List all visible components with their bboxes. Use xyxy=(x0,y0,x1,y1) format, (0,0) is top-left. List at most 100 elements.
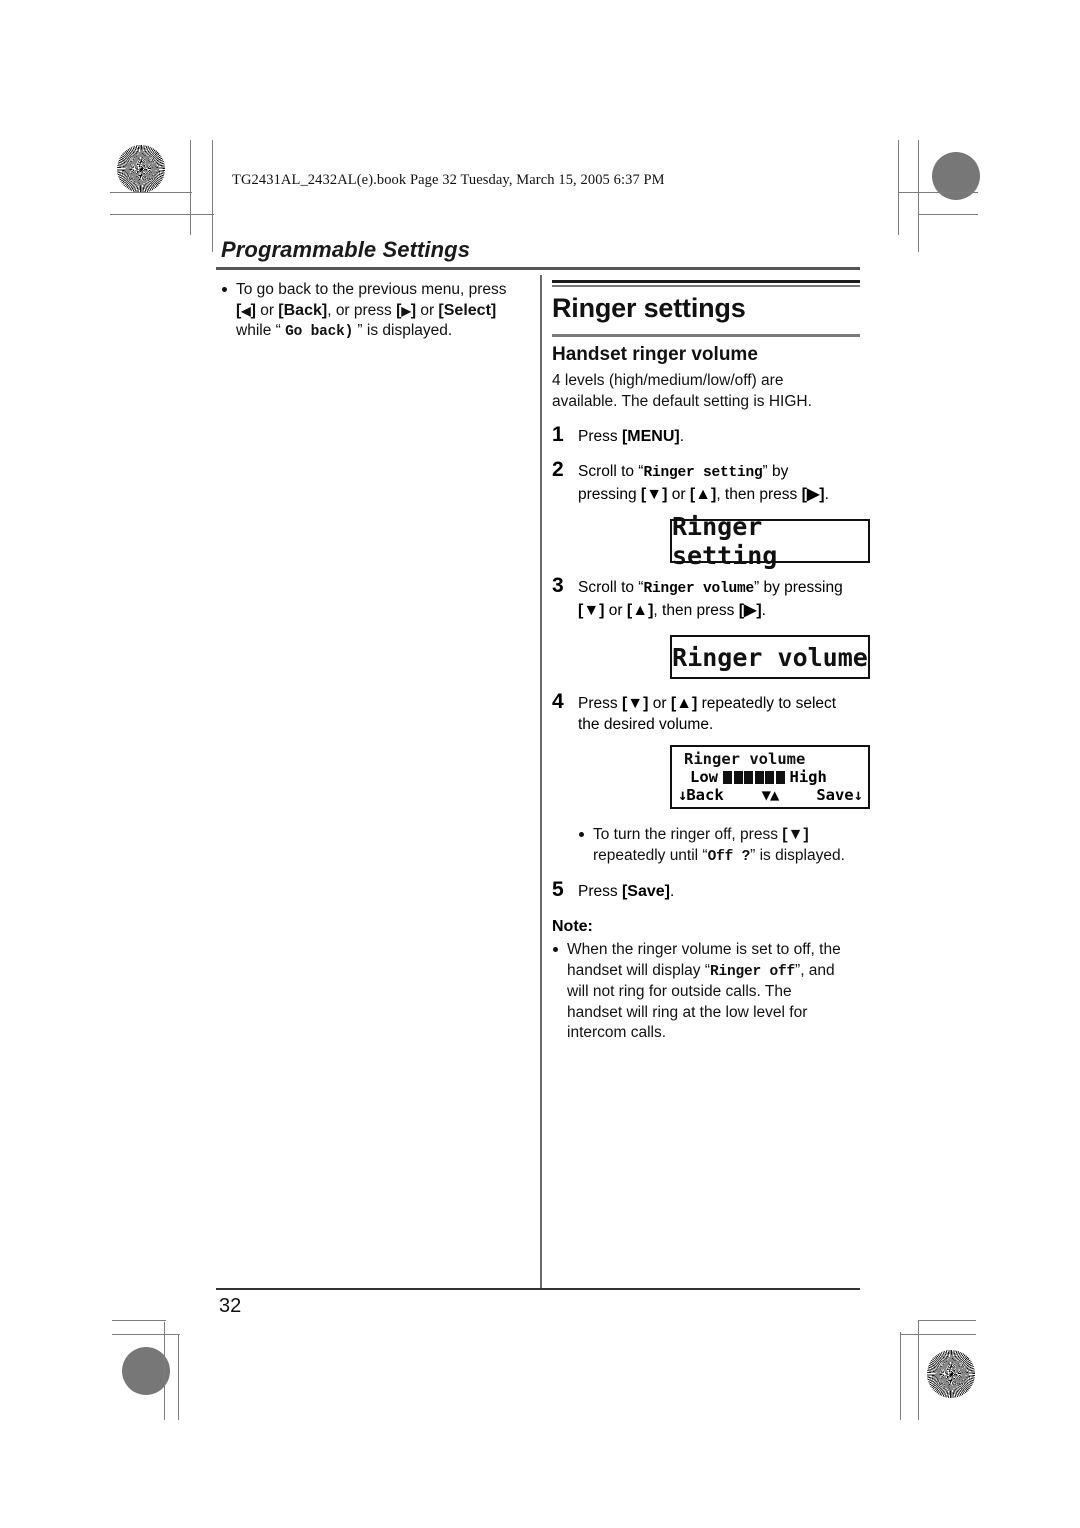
softkey-marker-right-icon: ↓ xyxy=(853,786,863,804)
step-2-line-1: Scroll to “Ringer setting” by xyxy=(578,463,789,481)
key-back: [Back] xyxy=(278,301,328,319)
crop-line-bl-h2 xyxy=(112,1334,180,1336)
key-menu: [MENU] xyxy=(621,428,680,445)
left-bullet-item: To go back to the previous menu, press [… xyxy=(221,280,521,343)
crop-line-tr-h1 xyxy=(898,192,978,194)
registration-crosshair-left-middle xyxy=(123,733,175,785)
step-5-text: Press [Save]. xyxy=(578,883,675,900)
key-arrow-right: [▶] xyxy=(396,301,417,319)
crop-line-br-h2 xyxy=(900,1334,976,1336)
file-stamp-line: TG2431AL_2432AL(e).book Page 32 Tuesday,… xyxy=(232,172,665,188)
key-down: [▼] xyxy=(782,826,809,843)
step-1: 1 Press [MENU]. xyxy=(552,423,862,447)
left-bullet-line-3: while “ Go back) ” is displayed. xyxy=(236,322,453,340)
lcd-text-go-back: Go back) xyxy=(285,324,354,340)
note-line-4: handset will ring at the low level for xyxy=(567,1003,808,1021)
step-1-number: 1 xyxy=(552,423,564,446)
left-column: To go back to the previous menu, press [… xyxy=(221,280,521,343)
crop-line-bl-v1 xyxy=(164,1322,166,1420)
section-rule-thick xyxy=(552,280,860,283)
registration-crosshair-top-right-outer xyxy=(913,196,965,248)
registration-crosshair-top-right-inner xyxy=(855,152,907,204)
step-4-text: Press [▼] or [▲] repeatedly to select th… xyxy=(578,693,862,735)
lcd-softkey-row: ↓Back ▼▲ Save↓ xyxy=(678,786,863,804)
step-4-line-2: the desired volume. xyxy=(578,716,714,733)
lcd-text-ringer-setting-inline: Ringer setting xyxy=(643,465,763,481)
note-heading: Note: xyxy=(552,918,593,935)
key-select: [Select] xyxy=(438,301,497,319)
lcd-display-ringer-setting: Ringer setting xyxy=(670,512,870,570)
column-divider xyxy=(540,275,542,1290)
chapter-title: Programmable Settings xyxy=(221,237,471,262)
note-line-3: will not ring for outside calls. The xyxy=(567,983,792,1000)
step-2: 2 Scroll to “Ringer setting” by pressing… xyxy=(552,458,862,505)
step-5-number: 5 xyxy=(552,878,564,901)
lcd-volume-meter-row: Low High xyxy=(678,768,862,786)
lcd-softkey-save: Save↓ xyxy=(816,786,863,804)
document-page: TG2431AL_2432AL(e).book Page 32 Tuesday,… xyxy=(0,0,1080,1528)
step-2-number: 2 xyxy=(552,458,564,481)
registration-crosshair-bottom-right-inner xyxy=(855,1327,907,1379)
key-up: [▲] xyxy=(689,486,717,503)
left-bullet-line-1: To go back to the previous menu, press xyxy=(236,281,507,298)
lcd-display-ringer-volume-text: Ringer volume xyxy=(672,642,868,672)
lcd-volume-bar xyxy=(723,770,732,784)
footer-divider xyxy=(216,1288,860,1290)
step-4: 4 Press [▼] or [▲] repeatedly to select … xyxy=(552,690,862,735)
step-3-text: Scroll to “Ringer volume” by pressing [▼… xyxy=(578,577,862,621)
key-up: [▲] xyxy=(670,695,698,712)
lcd-volume-bar xyxy=(775,770,785,784)
lcd-display-volume-level: Ringer volume Low High ↓Back ▼▲ Save↓ xyxy=(670,745,870,809)
registration-starburst-top-left xyxy=(117,145,165,193)
key-down: [▼] xyxy=(621,695,649,712)
lcd-display-ringer-volume: Ringer volume xyxy=(670,635,870,679)
step-4-line-1: Press [▼] or [▲] repeatedly to select xyxy=(578,695,837,712)
step-4-number: 4 xyxy=(552,690,564,713)
right-column: Ringer settings Handset ringer volume 4 … xyxy=(552,280,870,1044)
note-line-1: When the ringer volume is set to off, th… xyxy=(567,941,841,958)
registration-crosshair-bottom-right-outer xyxy=(913,1270,965,1322)
lcd-softkey-arrows-icon: ▼▲ xyxy=(761,786,780,804)
intro-line-2: available. The default setting is HIGH. xyxy=(552,392,812,410)
note-line-2: handset will display “Ringer off”, and xyxy=(567,961,835,980)
lcd-text-off: Off ? xyxy=(707,848,751,865)
step-3-line-2: [▼] or [▲], then press [▶]. xyxy=(578,602,766,619)
bullet-dot-icon xyxy=(222,287,227,292)
registration-starburst-bottom-right xyxy=(927,1350,975,1398)
registration-crosshair-top-left-inner xyxy=(177,152,229,204)
lcd-volume-title: Ringer volume xyxy=(684,750,806,768)
ringer-off-bullet: To turn the ringer off, press [▼] repeat… xyxy=(578,825,862,867)
intro-line-1: 4 levels (high/medium/low/off) are xyxy=(552,372,784,389)
lcd-volume-high-label: High xyxy=(789,768,827,786)
key-right: [▶] xyxy=(738,602,762,619)
lcd-text-ringer-volume-inline: Ringer volume xyxy=(643,581,754,597)
key-down: [▼] xyxy=(640,486,668,503)
lcd-volume-low-label: Low xyxy=(690,768,718,786)
lcd-softkey-back: ↓Back xyxy=(678,786,724,804)
registration-crosshair-right-middle xyxy=(909,733,961,785)
step-3-number: 3 xyxy=(552,574,564,597)
key-up: [▲] xyxy=(626,602,654,619)
subsection-title: Handset ringer volume xyxy=(552,344,758,365)
step-5: 5 Press [Save]. xyxy=(552,878,862,902)
registration-crosshair-bottom-center xyxy=(511,1327,563,1379)
key-right: [▶] xyxy=(801,486,825,503)
subsection-rule xyxy=(552,334,860,337)
note-bullet: When the ringer volume is set to off, th… xyxy=(552,940,862,1044)
registration-crosshair-top-left-outer xyxy=(118,194,170,246)
registration-crosshair-bottom-left-outer xyxy=(118,1270,170,1322)
bullet-dot-icon xyxy=(579,832,584,837)
lcd-volume-bars xyxy=(723,770,785,784)
registration-crosshair-bottom-left-inner xyxy=(177,1327,229,1379)
lcd-volume-bar xyxy=(733,770,743,784)
page-number: 32 xyxy=(219,1295,242,1317)
step-3-line-1: Scroll to “Ringer volume” by pressing xyxy=(578,579,843,597)
lcd-volume-bar xyxy=(754,770,764,784)
key-save: [Save] xyxy=(621,883,670,900)
ringer-off-line-1: To turn the ringer off, press [▼] xyxy=(593,826,809,843)
note-line-5: intercom calls. xyxy=(567,1024,667,1041)
registration-graydot-bottom-left xyxy=(122,1347,170,1395)
lcd-volume-bar xyxy=(744,770,753,784)
step-3: 3 Scroll to “Ringer volume” by pressing … xyxy=(552,574,862,621)
left-bullet-line-2: [◀] or [Back], or press [▶] or [Select] xyxy=(236,301,497,319)
